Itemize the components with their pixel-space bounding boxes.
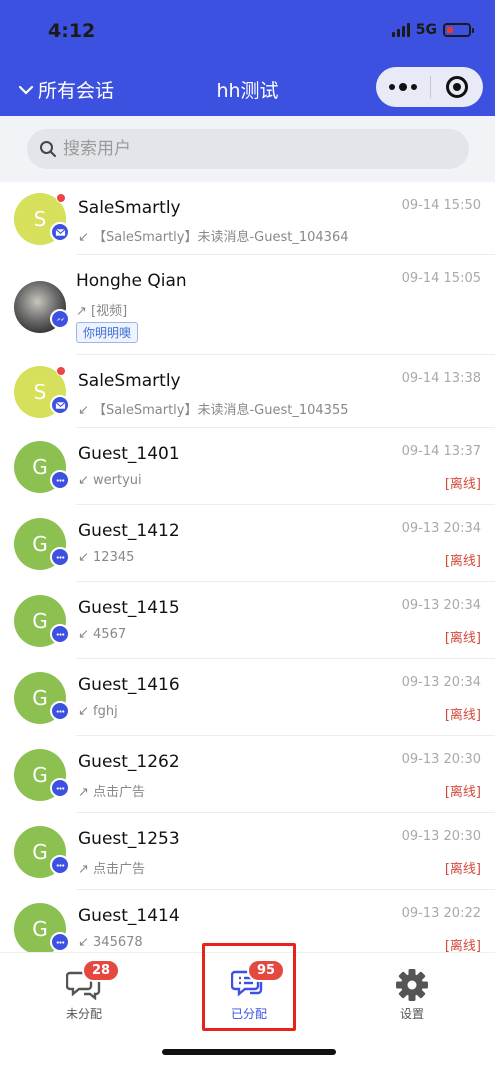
chat-icon xyxy=(50,855,70,875)
conversation-item[interactable]: S SaleSmartly 09-14 13:38 ↙ 【SaleSmartly… xyxy=(0,355,495,428)
conversation-item[interactable]: G Guest_1262 09-13 20:30 ↗ 点击广告 [离线] xyxy=(0,736,495,813)
unassigned-count-badge: 28 xyxy=(82,959,121,982)
message-time: 09-13 20:34 xyxy=(401,675,481,690)
contact-name: Guest_1412 xyxy=(78,521,180,541)
signal-icon xyxy=(391,23,410,37)
chat-icon xyxy=(50,701,70,721)
conversation-item[interactable]: G Guest_1253 09-13 20:30 ↗ 点击广告 [离线] xyxy=(0,813,495,890)
message-preview: ↙ 【SaleSmartly】未读消息-Guest_104355 xyxy=(78,403,349,418)
message-time: 09-13 20:30 xyxy=(401,829,481,844)
battery-icon xyxy=(443,23,474,37)
more-options-icon[interactable] xyxy=(376,83,430,91)
tab-assigned[interactable]: 95 已分配 xyxy=(201,959,297,1043)
offline-status: [离线] xyxy=(444,477,481,492)
close-miniprogram-icon[interactable] xyxy=(431,76,483,98)
offline-status: [离线] xyxy=(444,708,481,723)
conversation-item[interactable]: G Guest_1414 09-13 20:22 ↙ 345678 [离线] xyxy=(0,890,495,952)
offline-status: [离线] xyxy=(444,785,481,800)
message-time: 09-14 13:38 xyxy=(401,371,481,386)
conversation-list: S SaleSmartly 09-14 15:50 ↙ 【SaleSmartly… xyxy=(0,182,495,952)
header: 4:12 5G 所有会话 hh测试 xyxy=(0,0,495,116)
status-indicators: 5G xyxy=(391,22,474,38)
contact-name: Guest_1415 xyxy=(78,598,180,618)
offline-status: [离线] xyxy=(444,862,481,877)
message-preview: ↗ 点击广告 xyxy=(78,785,146,800)
offline-status: [离线] xyxy=(444,939,481,952)
tab-label: 未分配 xyxy=(65,1007,102,1021)
contact-name: Guest_1253 xyxy=(78,829,180,849)
message-time: 09-14 15:50 xyxy=(401,198,481,213)
chat-icon xyxy=(50,624,70,644)
conversation-item[interactable]: G Guest_1401 09-14 13:37 ↙ wertyui [离线] xyxy=(0,428,495,505)
message-preview: ↙ wertyui xyxy=(78,473,142,488)
chat-icon xyxy=(50,470,70,490)
contact-name: Guest_1262 xyxy=(78,752,180,772)
gear-icon xyxy=(396,969,428,1001)
contact-name: Honghe Qian xyxy=(76,271,187,291)
message-time: 09-13 20:34 xyxy=(401,521,481,536)
contact-tag: 你明明噢 xyxy=(76,322,139,343)
contact-name: Guest_1401 xyxy=(78,444,180,464)
offline-status: [离线] xyxy=(444,554,481,569)
home-indicator xyxy=(162,1049,336,1055)
message-time: 09-13 20:30 xyxy=(401,752,481,767)
assigned-count-badge: 95 xyxy=(247,959,286,982)
messenger-icon xyxy=(50,309,70,329)
message-preview: ↙ 【SaleSmartly】未读消息-Guest_104364 xyxy=(78,230,349,245)
unread-dot xyxy=(56,366,66,376)
message-time: 09-14 15:05 xyxy=(401,271,481,286)
conversation-item[interactable]: Honghe Qian 09-14 15:05 ↗ [视频] 你明明噢 xyxy=(0,255,495,355)
message-preview: ↙ 4567 xyxy=(78,627,127,642)
contact-name: SaleSmartly xyxy=(78,198,181,218)
message-preview: ↙ fghj xyxy=(78,704,118,719)
message-time: 09-14 13:37 xyxy=(401,444,481,459)
contact-name: Guest_1414 xyxy=(78,906,180,926)
unread-dot xyxy=(56,193,66,203)
conversation-item[interactable]: G Guest_1416 09-13 20:34 ↙ fghj [离线] xyxy=(0,659,495,736)
tab-label: 设置 xyxy=(399,1007,424,1021)
message-time: 09-13 20:22 xyxy=(401,906,481,921)
message-preview: ↗ [视频] xyxy=(76,304,128,319)
contact-name: SaleSmartly xyxy=(78,371,181,391)
contact-name: Guest_1416 xyxy=(78,675,180,695)
conversation-item[interactable]: G Guest_1415 09-13 20:34 ↙ 4567 [离线] xyxy=(0,582,495,659)
chat-icon xyxy=(50,547,70,567)
status-time: 4:12 xyxy=(48,20,96,42)
tab-label: 已分配 xyxy=(230,1007,267,1021)
search-box[interactable] xyxy=(27,129,469,169)
chat-icon xyxy=(50,932,70,952)
conversation-item[interactable]: S SaleSmartly 09-14 15:50 ↙ 【SaleSmartly… xyxy=(0,182,495,255)
search-icon xyxy=(40,141,56,157)
network-type: 5G xyxy=(415,22,437,38)
conversation-item[interactable]: G Guest_1412 09-13 20:34 ↙ 12345 [离线] xyxy=(0,505,495,582)
tab-settings[interactable]: 设置 xyxy=(364,963,460,1043)
email-icon xyxy=(50,222,70,242)
message-time: 09-13 20:34 xyxy=(401,598,481,613)
chat-icon xyxy=(50,778,70,798)
offline-status: [离线] xyxy=(444,631,481,646)
message-preview: ↙ 12345 xyxy=(78,550,135,565)
message-preview: ↗ 点击广告 xyxy=(78,862,146,877)
email-icon xyxy=(50,395,70,415)
tab-unassigned[interactable]: 28 未分配 xyxy=(36,959,132,1043)
search-bar xyxy=(0,116,495,182)
search-input[interactable] xyxy=(63,139,443,159)
message-preview: ↙ 345678 xyxy=(78,935,143,950)
mini-program-capsule xyxy=(376,67,483,107)
